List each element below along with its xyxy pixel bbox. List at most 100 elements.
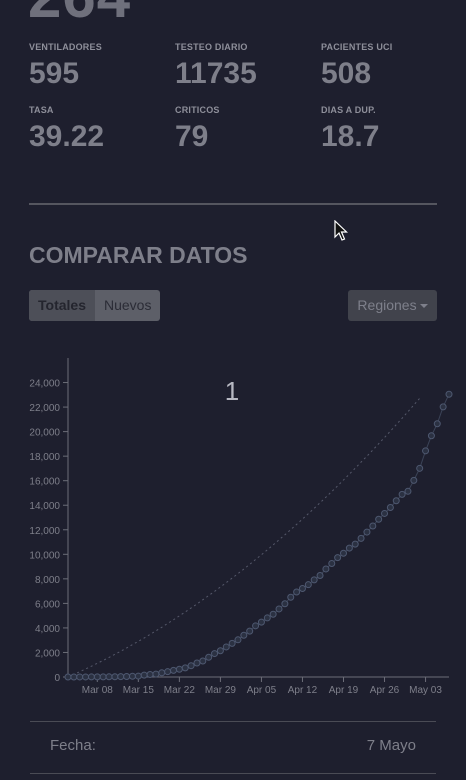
y-tick-label: 0 — [54, 673, 60, 684]
section-title: COMPARAR DATOS — [29, 242, 248, 268]
data-point — [316, 571, 324, 579]
data-point — [357, 534, 365, 542]
data-point — [269, 610, 277, 618]
stat-label: CRITICOS — [175, 105, 220, 115]
y-tick-label: 22,000 — [29, 403, 60, 414]
data-point — [263, 614, 271, 622]
data-point — [422, 447, 430, 455]
data-point — [175, 665, 183, 673]
data-point — [404, 487, 412, 495]
x-tick-label: Apr 19 — [329, 685, 359, 696]
data-point — [246, 627, 254, 635]
y-tick-label: 20,000 — [29, 428, 60, 439]
caret-down-icon — [419, 304, 428, 309]
data-point — [70, 673, 78, 681]
data-point — [427, 432, 435, 440]
regiones-dropdown[interactable]: Regiones — [348, 290, 437, 321]
chart-marker-label: 1 — [225, 376, 239, 406]
y-tick-label: 16,000 — [29, 477, 60, 488]
data-point — [252, 622, 260, 630]
y-tick-label: 10,000 — [29, 550, 60, 561]
x-tick-label: Mar 29 — [205, 685, 237, 696]
data-point — [216, 647, 224, 655]
y-tick-label: 4,000 — [35, 624, 60, 635]
data-point — [257, 618, 265, 626]
data-point — [105, 673, 113, 681]
x-tick-label: Mar 08 — [82, 685, 114, 696]
data-point — [445, 390, 453, 398]
y-tick-label: 8,000 — [35, 575, 60, 586]
y-tick-label: 24,000 — [29, 379, 60, 390]
data-point — [117, 673, 125, 681]
data-point — [87, 673, 95, 681]
data-point — [287, 593, 295, 601]
data-point — [275, 605, 283, 613]
data-point — [433, 420, 441, 428]
nuevos-button[interactable]: Nuevos — [95, 290, 160, 321]
x-tick-label: Apr 05 — [247, 685, 277, 696]
data-point — [310, 576, 318, 584]
y-tick-label: 2,000 — [35, 648, 60, 659]
data-point — [64, 673, 72, 681]
data-point — [228, 639, 236, 647]
data-point — [339, 549, 347, 557]
totales-nuevos-toggle: Totales Nuevos — [29, 290, 161, 321]
stat-label: TASA — [29, 105, 54, 115]
x-tick-label: Mar 22 — [164, 685, 196, 696]
data-point — [193, 659, 201, 667]
data-point — [328, 559, 336, 567]
data-point — [123, 672, 131, 680]
stat-dias-a-dup: DIAS A DUP. 18.7 — [321, 105, 461, 154]
stat-tasa: TASA 39.22 — [29, 105, 169, 154]
data-point — [398, 490, 406, 498]
data-points — [64, 390, 453, 681]
data-point — [234, 636, 242, 644]
stat-value: 79 — [175, 120, 209, 153]
data-point — [381, 509, 389, 517]
y-tick-label: 12,000 — [29, 526, 60, 537]
stat-testeo-diario: TESTEO DIARIO 11735 — [175, 42, 315, 91]
data-point — [199, 657, 207, 665]
section-divider — [29, 203, 437, 205]
x-tick-label: Apr 26 — [370, 685, 400, 696]
cases-chart: 0 2,000 4,000 6,000 8,000 10,000 12,000 14,000 1… — [29, 358, 453, 696]
y-tick-label: 14,000 — [29, 501, 60, 512]
data-point — [304, 581, 312, 589]
stat-label: VENTILADORES — [29, 42, 102, 52]
x-tick-label: Apr 12 — [288, 685, 318, 696]
stat-value: 18.7 — [321, 120, 380, 153]
data-point — [363, 528, 371, 536]
data-point — [158, 669, 166, 677]
data-point — [111, 673, 119, 681]
data-point — [187, 662, 195, 670]
data-point — [293, 588, 301, 596]
data-point — [369, 522, 377, 530]
x-tick-label: May 03 — [409, 685, 442, 696]
total-cases-number: 264 — [28, 0, 131, 31]
data-point — [375, 515, 383, 523]
data-point — [134, 672, 142, 680]
y-tick-label: 18,000 — [29, 452, 60, 463]
data-point — [205, 653, 213, 661]
y-tick-label: 6,000 — [35, 599, 60, 610]
stat-ventiladores: VENTILADORES 595 — [29, 42, 169, 91]
fecha-value: 7 Mayo — [366, 737, 416, 754]
data-point — [439, 403, 447, 411]
data-point — [240, 631, 248, 639]
data-point — [298, 585, 306, 593]
stat-value: 595 — [29, 57, 80, 90]
data-point — [392, 497, 400, 505]
mouse-pointer-icon — [334, 220, 348, 241]
data-point — [345, 544, 353, 552]
data-point — [99, 673, 107, 681]
stat-criticos: CRITICOS 79 — [175, 105, 315, 154]
stat-label: DIAS A DUP. — [321, 105, 376, 115]
x-tick-label: Mar 15 — [123, 685, 155, 696]
stat-value: 11735 — [175, 57, 257, 90]
data-point — [93, 673, 101, 681]
totales-button[interactable]: Totales — [29, 290, 95, 321]
data-point — [416, 464, 424, 472]
data-point — [386, 504, 394, 512]
x-axis: Mar 08 Mar 15 Mar 22 Mar 29 Apr 05 Apr 12 Apr … — [68, 676, 449, 696]
stat-pacientes-uci: PACIENTES UCI 508 — [321, 42, 461, 91]
